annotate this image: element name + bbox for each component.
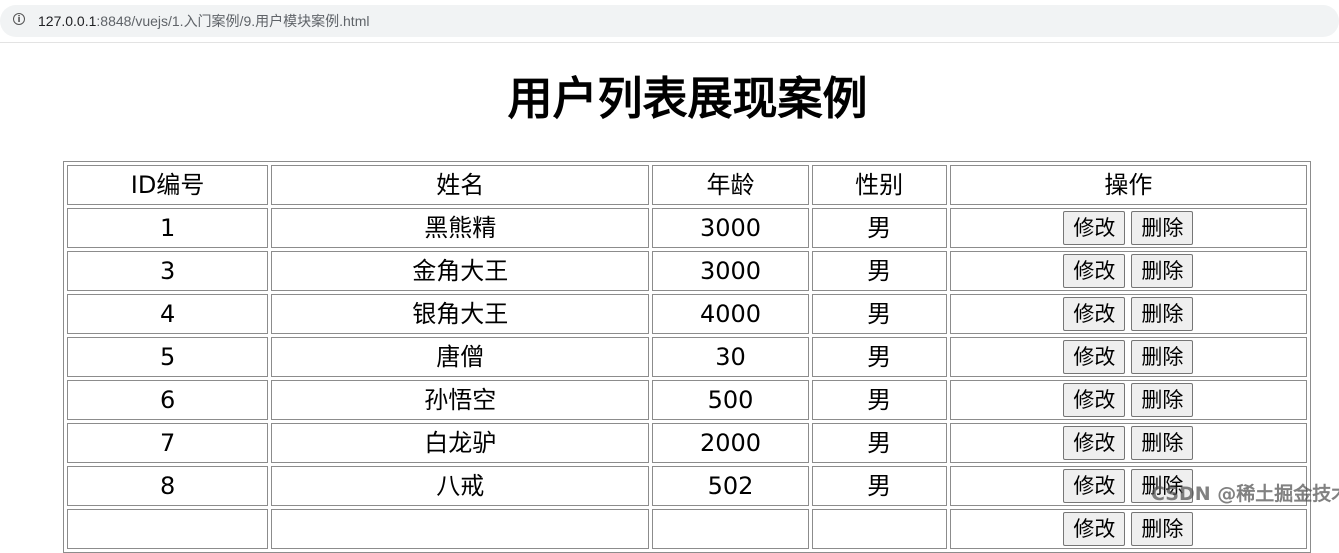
header-gender: 性别 (811, 165, 947, 205)
delete-button[interactable]: 删除 (1131, 383, 1194, 417)
user-name-cell: 八戒 (271, 466, 650, 506)
info-icon[interactable]: i (13, 13, 25, 25)
edit-button[interactable]: 修改 (1063, 211, 1126, 245)
user-gender-cell: 男 (811, 337, 947, 377)
user-gender-cell: 男 (811, 466, 947, 506)
user-id-cell: 8 (67, 466, 269, 506)
table-body: 1 黑熊精 3000 男修改 删除 3 金角大王 3000 男修改 删除 4 银角大王 4000 男修改删… (67, 208, 1307, 549)
edit-button[interactable]: 修改 (1063, 426, 1126, 460)
table-row: 3 金角大王 3000 男修改 删除 (67, 251, 1307, 291)
delete-button[interactable]: 删除 (1131, 297, 1194, 331)
page-url[interactable]: 127.0.0.1:8848/vuejs/1.入门案例/9.用户模块案例.htm… (38, 11, 369, 31)
header-name: 姓名 (271, 165, 650, 205)
user-name-cell: 银角大王 (271, 294, 650, 334)
row-actions: 修改 删除 (951, 510, 1306, 548)
edit-button[interactable]: 修改 (1063, 254, 1126, 288)
user-id-cell: 4 (67, 294, 269, 334)
actions-cell: 修改 删除 (949, 423, 1307, 463)
edit-button[interactable]: 修改 (1063, 297, 1126, 331)
user-name-cell: 白龙驴 (271, 423, 650, 463)
actions-cell: 修改 删除 (949, 251, 1307, 291)
user-gender-cell: 男 (811, 208, 947, 248)
user-id-cell: 3 (67, 251, 269, 291)
user-age-cell: 500 (652, 380, 809, 420)
actions-cell: 修改 删除 (949, 294, 1307, 334)
user-age-cell: 4000 (652, 294, 809, 334)
delete-button[interactable]: 删除 (1131, 512, 1194, 546)
page-title: 用户列表展现案例 (507, 72, 868, 125)
row-actions: 修改 删除 (951, 252, 1306, 290)
user-id-cell: 6 (67, 380, 269, 420)
edit-button[interactable]: 修改 (1063, 340, 1126, 374)
row-actions: 修改 删除 (951, 338, 1306, 376)
header-age: 年龄 (652, 165, 809, 205)
user-age-cell: 30 (652, 337, 809, 377)
delete-button[interactable]: 删除 (1131, 211, 1194, 245)
row-actions: 修改 删除 (951, 295, 1306, 333)
table-row: 修改 删除 (67, 509, 1307, 549)
user-gender-cell: 男 (811, 380, 947, 420)
user-id-cell (67, 509, 269, 549)
user-gender-cell (811, 509, 947, 549)
actions-cell: 修改 删除 (949, 208, 1307, 248)
csdn-watermark: CSDN @稀土掘金技术社区 (1151, 483, 1339, 505)
table-row: 6 孙悟空 500 男修改 删除 (67, 380, 1307, 420)
header-id: ID编号 (67, 165, 269, 205)
url-host: 127.0.0.1 (38, 13, 97, 29)
delete-button[interactable]: 删除 (1131, 254, 1194, 288)
user-gender-cell: 男 (811, 294, 947, 334)
user-name-cell: 金角大王 (271, 251, 650, 291)
user-name-cell: 孙悟空 (271, 380, 650, 420)
user-id-cell: 5 (67, 337, 269, 377)
table-row: 7 白龙驴 2000 男修改 删除 (67, 423, 1307, 463)
header-actions: 操作 (949, 165, 1307, 205)
user-gender-cell: 男 (811, 251, 947, 291)
user-name-cell: 唐僧 (271, 337, 650, 377)
user-name-cell: 黑熊精 (271, 208, 650, 248)
actions-cell: 修改 删除 (949, 509, 1307, 549)
user-age-cell: 502 (652, 466, 809, 506)
table-header-row: ID编号 姓名 年龄 性别 操作 (67, 165, 1307, 205)
table-row: 4 银角大王 4000 男修改 删除 (67, 294, 1307, 334)
users-table: ID编号 姓名 年龄 性别 操作 1 黑熊精 3000 男修改 删除 3 金角大王 3000 男… (63, 161, 1311, 553)
user-age-cell: 3000 (652, 251, 809, 291)
delete-button[interactable]: 删除 (1131, 426, 1194, 460)
table-row: 8 八戒 502 男修改 删除 (67, 466, 1307, 506)
row-actions: 修改 删除 (951, 209, 1306, 247)
delete-button[interactable]: 删除 (1131, 340, 1194, 374)
user-id-cell: 7 (67, 423, 269, 463)
user-age-cell (652, 509, 809, 549)
url-path: :8848/vuejs/1.入门案例/9.用户模块案例.html (96, 13, 370, 29)
actions-cell: 修改 删除 (949, 337, 1307, 377)
edit-button[interactable]: 修改 (1063, 469, 1126, 503)
edit-button[interactable]: 修改 (1063, 512, 1126, 546)
edit-button[interactable]: 修改 (1063, 383, 1126, 417)
user-gender-cell: 男 (811, 423, 947, 463)
actions-cell: 修改 删除 (949, 380, 1307, 420)
address-field[interactable]: i 127.0.0.1:8848/vuejs/1.入门案例/9.用户模块案例.h… (0, 5, 1339, 37)
user-age-cell: 3000 (652, 208, 809, 248)
user-id-cell: 1 (67, 208, 269, 248)
table-row: 5 唐僧 30 男修改 删除 (67, 337, 1307, 377)
user-name-cell (271, 509, 650, 549)
user-age-cell: 2000 (652, 423, 809, 463)
browser-address-bar: i 127.0.0.1:8848/vuejs/1.入门案例/9.用户模块案例.h… (0, 0, 1339, 43)
table-row: 1 黑熊精 3000 男修改 删除 (67, 208, 1307, 248)
row-actions: 修改 删除 (951, 424, 1306, 462)
row-actions: 修改 删除 (951, 381, 1306, 419)
